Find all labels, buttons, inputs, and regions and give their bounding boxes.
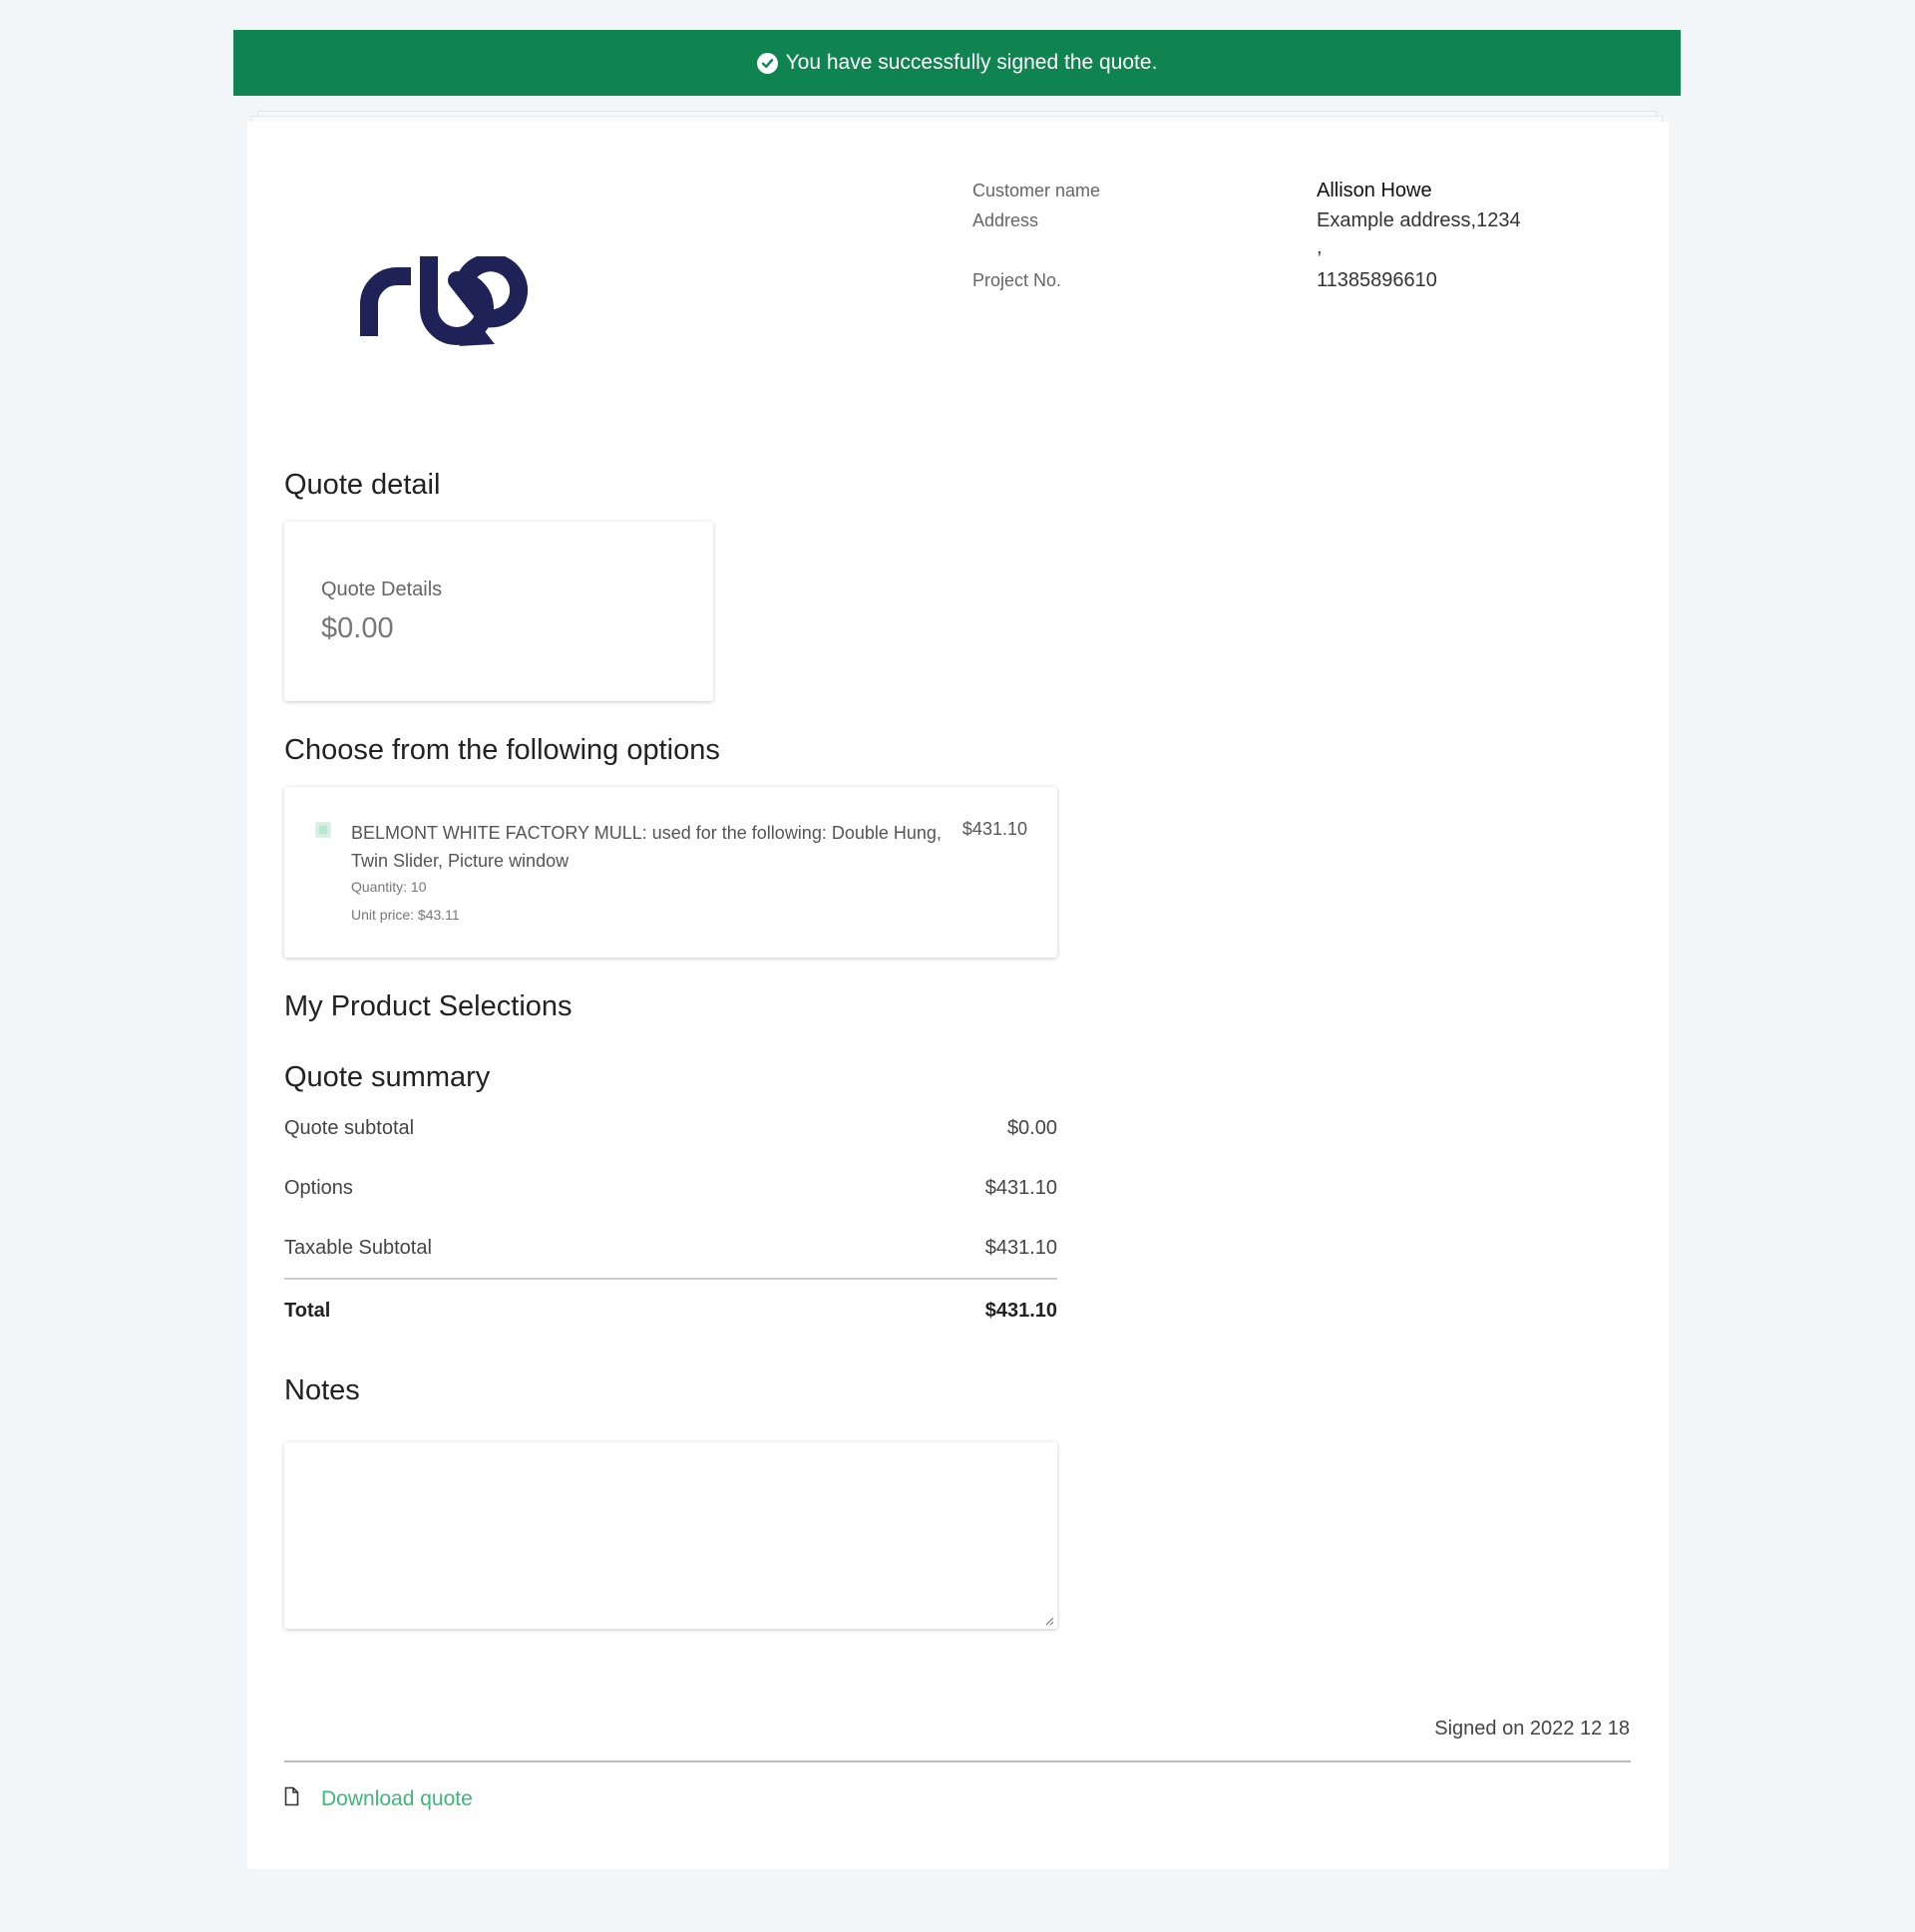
quote-summary-heading: Quote summary xyxy=(284,1061,491,1093)
quote-details-card: Quote Details $0.00 xyxy=(284,522,713,701)
customer-name-label: Customer name xyxy=(972,181,1101,200)
address-line-2: , xyxy=(1317,236,1323,258)
customer-name: Allison Howe xyxy=(1317,180,1432,201)
option-price: $431.10 xyxy=(961,819,1027,839)
file-icon xyxy=(284,1786,299,1811)
option-title: BELMONT WHITE FACTORY MULL: used for the… xyxy=(351,823,942,871)
success-banner: You have successfully signed the quote. xyxy=(233,30,1681,96)
option-card: BELMONT WHITE FACTORY MULL: used for the… xyxy=(284,787,1057,958)
total-label: Total xyxy=(284,1300,331,1322)
product-selections-heading: My Product Selections xyxy=(284,990,573,1022)
company-logo xyxy=(359,253,545,357)
option-quantity: Quantity: 10 xyxy=(351,879,427,895)
signed-date: Signed on 2022 12 18 xyxy=(1434,1718,1630,1739)
check-circle-icon xyxy=(756,52,778,74)
option-unit-price: Unit price: $43.11 xyxy=(351,907,460,923)
quote-details-label: Quote Details xyxy=(321,579,443,600)
footer-divider xyxy=(284,1760,1631,1762)
download-quote-link[interactable]: Download quote xyxy=(284,1786,473,1811)
notes-heading: Notes xyxy=(284,1374,360,1406)
address-line-1: Example address,1234 xyxy=(1317,209,1521,231)
address-label: Address xyxy=(972,210,1039,230)
summary-row-value: $0.00 xyxy=(1006,1117,1057,1139)
summary-row-value: $431.10 xyxy=(984,1237,1057,1259)
notes-textarea[interactable] xyxy=(284,1442,1057,1629)
summary-row-label: Quote subtotal xyxy=(284,1117,415,1139)
total-value: $431.10 xyxy=(984,1300,1057,1322)
quote-detail-heading: Quote detail xyxy=(284,469,441,501)
summary-row-value: $431.10 xyxy=(984,1177,1057,1199)
banner-message: You have successfully signed the quote. xyxy=(785,51,1158,74)
resize-grip-icon[interactable] xyxy=(1044,1616,1054,1626)
summary-row-label: Taxable Subtotal xyxy=(284,1237,432,1259)
summary-divider xyxy=(284,1278,1057,1280)
quote-details-value: $0.00 xyxy=(321,612,394,644)
options-heading: Choose from the following options xyxy=(284,734,720,766)
download-quote-label[interactable]: Download quote xyxy=(321,1787,473,1811)
summary-row-label: Options xyxy=(284,1177,353,1199)
project-no-label: Project No. xyxy=(972,270,1062,290)
option-checkbox[interactable] xyxy=(315,822,331,838)
project-no: 11385896610 xyxy=(1317,269,1437,291)
